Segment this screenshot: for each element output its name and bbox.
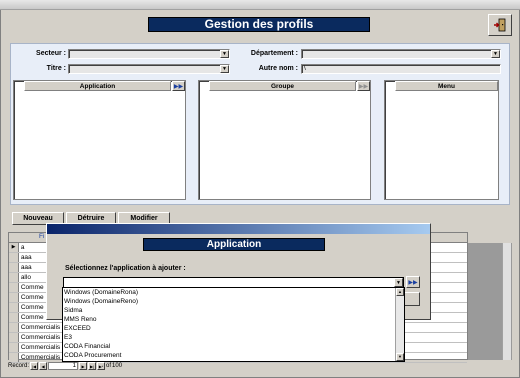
application-list[interactable] [13,80,186,200]
previous-record-button[interactable]: ◀ [39,362,48,370]
row-selector[interactable] [9,343,19,352]
groupe-list[interactable] [198,80,371,200]
dialog-prompt: Sélectionnez l'application à ajouter : [65,265,186,272]
grid-cell: allo [20,274,31,281]
autre-nom-value: \ [304,65,306,72]
groupe-list-header: Groupe [209,81,356,91]
row-selector[interactable] [9,303,19,312]
secteur-label: Secteur : [36,50,66,57]
dropdown-scrollbar[interactable]: ▲ ▼ [395,288,404,361]
current-row-indicator: ▶ [9,243,19,252]
secteur-select[interactable]: ▼ [68,49,230,59]
window-top-bar [0,0,520,10]
page-title: Gestion des profils [148,17,370,32]
grid-header-label: Fi [39,233,45,240]
current-record-field[interactable]: 1 [48,362,79,370]
row-selector[interactable] [9,283,19,292]
list-item[interactable]: E3 [63,333,404,342]
first-record-button[interactable]: |◀ [30,362,39,370]
last-record-button[interactable]: ▶| [88,362,97,370]
list-item[interactable]: Windows (DomaineRona) [63,288,404,297]
autre-nom-input[interactable]: \ [301,64,501,74]
list-item[interactable]: Sidma [63,306,404,315]
double-arrow-right-icon: ▶▶ [358,83,369,90]
titre-label: Titre : [46,65,66,72]
titre-select[interactable]: ▼ [68,64,230,74]
application-dropdown-list[interactable]: Windows (DomaineRona) Windows (DomaineRe… [62,287,405,362]
grid-cell: Commercialis [20,354,61,361]
total-records: 100 [112,363,123,369]
departement-label: Département : [250,50,298,57]
row-selector[interactable] [9,333,19,342]
grid-cell: a [20,244,25,251]
chevron-down-icon[interactable]: ▼ [220,50,229,58]
double-arrow-right-icon: ▶▶ [173,83,184,90]
departement-select[interactable]: ▼ [301,49,501,59]
next-record-button[interactable]: ▶ [79,362,88,370]
grid-cell: Comme [20,294,44,301]
menu-list[interactable] [384,80,499,200]
grid-vertical-scrollbar[interactable] [502,243,511,360]
new-record-button[interactable]: ▶* [97,362,106,370]
of-label: of [106,363,112,369]
grid-cell: aaa [20,264,32,271]
double-arrow-right-icon: ▶▶ [408,279,418,286]
exit-door-icon [494,18,506,32]
chevron-down-icon[interactable]: ▼ [394,278,403,287]
grid-cell: Comme [20,304,44,311]
list-item[interactable]: CODA Financial [63,342,404,351]
row-selector[interactable] [9,263,19,272]
grid-cell: Commercialis [20,334,61,341]
list-item[interactable]: MMS Reno [63,315,404,324]
record-navigator: Record: |◀ ◀ 1 ▶ ▶| ▶* of 100 [8,361,208,371]
list-item[interactable]: CODA Procurement [63,351,404,360]
dialog-title: Application [143,238,325,251]
row-selector[interactable] [9,253,19,262]
confirm-add-application-button[interactable]: ▶▶ [406,276,420,288]
chevron-down-icon[interactable]: ▼ [220,65,229,73]
dialog-secondary-button[interactable] [404,292,420,306]
application-list-header: Application [24,81,171,91]
list-item[interactable]: EXCEED [63,324,404,333]
grid-cell: aaa [20,254,32,261]
autre-nom-label: Autre nom : [258,65,298,72]
scroll-up-icon[interactable]: ▲ [396,288,404,296]
grid-cell: Comme [20,314,44,321]
record-label: Record: [8,363,30,369]
scroll-down-icon[interactable]: ▼ [396,353,404,361]
grid-cell: Commercialis [20,324,61,331]
row-selector[interactable] [9,273,19,282]
add-application-button[interactable]: ▶▶ [172,81,185,91]
row-selector[interactable] [9,313,19,322]
chevron-down-icon[interactable]: ▼ [491,50,500,58]
exit-button[interactable] [488,14,512,36]
row-selector[interactable] [9,323,19,332]
add-groupe-button[interactable]: ▶▶ [357,81,370,91]
menu-list-header: Menu [395,81,498,91]
dialog-titlebar[interactable] [47,224,430,234]
row-selector[interactable] [9,293,19,302]
list-item[interactable]: Windows (DomaineReno) [63,297,404,306]
grid-cell: Comme [20,284,44,291]
grid-cell: Commercialis [20,344,61,351]
